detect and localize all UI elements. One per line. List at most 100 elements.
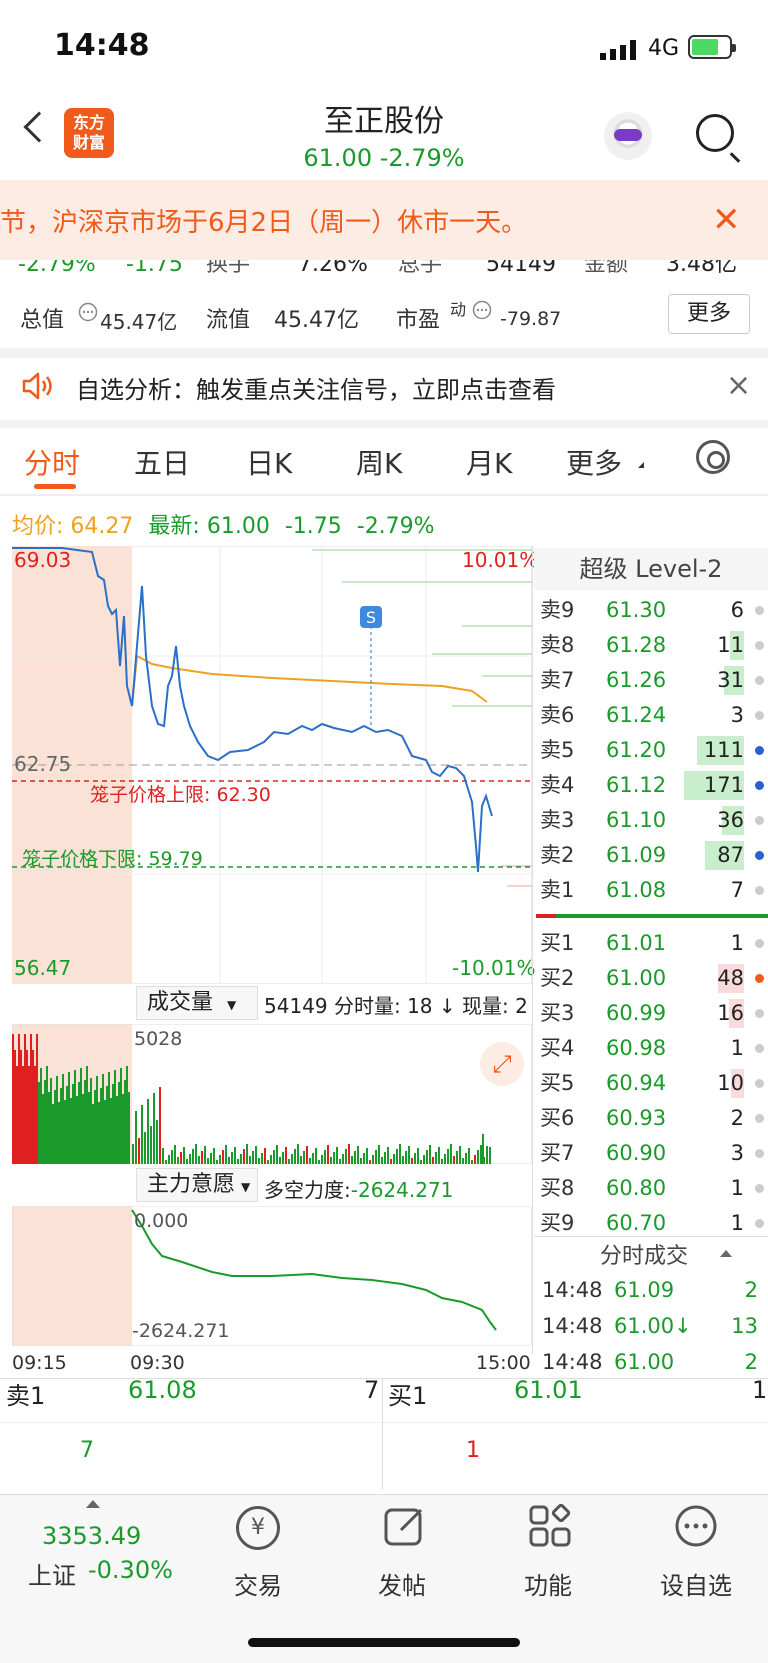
nav-add-watchlist[interactable]: 设自选 — [646, 1566, 746, 1601]
more-stats-button[interactable]: 更多 — [668, 294, 750, 334]
function-icon[interactable] — [528, 1504, 572, 1548]
ask-row[interactable]: 卖1 61.08 7 — [540, 873, 768, 908]
volume-bar — [441, 1159, 443, 1164]
volume-bar — [486, 1146, 488, 1164]
index-pct[interactable]: -0.30% — [88, 1556, 173, 1584]
tab-intraday[interactable]: 分时 — [24, 442, 80, 482]
tab-daily-k[interactable]: 日K — [246, 442, 292, 482]
tab-weekly-k[interactable]: 周K — [356, 442, 402, 482]
volume-bar — [38, 1082, 40, 1164]
bq-sell-qty: 7 — [364, 1376, 380, 1404]
bid-row[interactable]: 买8 60.80 1 — [540, 1171, 768, 1206]
intraday-chart[interactable]: S — [12, 546, 532, 984]
ask-row[interactable]: 卖6 61.24 3 — [540, 698, 768, 733]
tab-more-caret-icon — [638, 462, 644, 468]
banner-text: 节，沪深京市场于6月2日（周一）休市一天。 — [0, 208, 528, 238]
ask-row[interactable]: 卖3 61.10 36 — [540, 803, 768, 838]
bid-row[interactable]: 买4 60.98 1 — [540, 1031, 768, 1066]
volume-bar — [249, 1156, 251, 1164]
volume-bar — [219, 1155, 221, 1164]
ask-row[interactable]: 卖4 61.12 171 — [540, 768, 768, 803]
order-dot-icon — [755, 1184, 764, 1193]
latest-label: 最新: — [148, 514, 200, 539]
volume-bar — [309, 1158, 311, 1164]
bid-row[interactable]: 买5 60.94 10 — [540, 1066, 768, 1101]
index-name[interactable]: 上证 — [28, 1556, 76, 1591]
volume-bar — [417, 1148, 419, 1164]
app-logo[interactable]: 东方 财富 — [64, 108, 114, 158]
book-price: 61.08 — [606, 878, 667, 902]
nav-function[interactable]: 功能 — [498, 1566, 598, 1601]
nav-trade[interactable]: 交易 — [208, 1566, 308, 1601]
chart-up-pct: 10.01% — [462, 548, 539, 572]
book-qty: 3 — [730, 703, 744, 727]
ask-row[interactable]: 卖9 61.30 6 — [540, 593, 768, 628]
index-value[interactable]: 3353.49 — [42, 1522, 141, 1550]
info-icon[interactable] — [472, 300, 492, 320]
bid-row[interactable]: 买6 60.93 2 — [540, 1101, 768, 1136]
nav-post[interactable]: 发帖 — [352, 1566, 452, 1601]
volume-bar — [40, 1068, 42, 1164]
back-icon[interactable] — [23, 111, 55, 143]
order-dot-icon — [755, 1044, 764, 1053]
book-price: 60.93 — [606, 1106, 667, 1130]
ask-row[interactable]: 卖8 61.28 11 — [540, 628, 768, 663]
volume-chart[interactable] — [12, 1024, 532, 1164]
bid-row[interactable]: 买1 61.01 1 — [540, 926, 768, 961]
post-icon[interactable] — [383, 1504, 427, 1548]
trades-title[interactable]: 分时成交 — [600, 1238, 688, 1270]
level2-title[interactable]: 超级 Level-2 — [534, 548, 768, 590]
volume-bar — [384, 1152, 386, 1164]
search-icon[interactable] — [696, 114, 734, 152]
book-level-label: 买6 — [540, 1106, 575, 1130]
time-axis-close: 15:00 — [476, 1352, 531, 1374]
volume-bar — [102, 1074, 104, 1164]
volume-bar — [462, 1158, 464, 1164]
volume-bar — [76, 1096, 78, 1164]
tab-monthly-k[interactable]: 月K — [466, 442, 512, 482]
volume-bar — [118, 1082, 120, 1164]
volume-bar — [396, 1149, 398, 1164]
order-dot-icon — [755, 676, 764, 685]
divider — [0, 420, 768, 428]
bid-row[interactable]: 买3 60.99 16 — [540, 996, 768, 1031]
volume-bar — [110, 1098, 112, 1164]
bq-buy-qty: 1 — [752, 1376, 768, 1404]
volume-bar — [210, 1153, 212, 1164]
info-icon[interactable] — [78, 302, 98, 322]
tab-five-day[interactable]: 五日 — [134, 442, 190, 482]
volume-bar — [144, 1132, 146, 1164]
ask-row[interactable]: 卖7 61.26 31 — [540, 663, 768, 698]
trade-row: 14:48 61.00 2 — [542, 1344, 762, 1380]
trade-icon[interactable]: ¥ — [236, 1506, 280, 1550]
force-chart[interactable] — [12, 1206, 532, 1346]
logo-text-1: 东方 — [72, 113, 105, 132]
volume-bar — [279, 1157, 281, 1164]
home-indicator[interactable] — [248, 1638, 520, 1647]
pe-label: 市盈 — [396, 308, 441, 333]
volume-bar — [44, 1080, 46, 1164]
bid-row[interactable]: 买7 60.90 3 — [540, 1136, 768, 1171]
add-watchlist-icon[interactable] — [674, 1504, 718, 1548]
tab-more[interactable]: 更多 — [566, 442, 622, 482]
volume-bar — [78, 1082, 80, 1164]
bid-row[interactable]: 买2 61.00 48 — [540, 961, 768, 996]
force-dropdown[interactable]: 主力意愿 ▼ — [136, 1168, 258, 1202]
robot-assistant-icon[interactable] — [604, 112, 652, 160]
volume-dropdown[interactable]: 成交量 ▼ — [136, 986, 258, 1020]
force-dropdown-label: 主力意愿 — [147, 1172, 236, 1197]
volume-bar — [366, 1148, 368, 1164]
ask-row[interactable]: 卖2 61.09 87 — [540, 838, 768, 873]
gear-icon[interactable] — [696, 440, 730, 474]
expand-icon[interactable]: ⤢ — [480, 1042, 524, 1086]
status-time: 14:48 — [54, 28, 150, 63]
ask-row[interactable]: 卖5 61.20 111 — [540, 733, 768, 768]
bq-sell-sub: 7 — [80, 1438, 94, 1463]
banner-close-icon[interactable]: ✕ — [712, 200, 741, 240]
notice-close-icon[interactable]: × — [726, 368, 751, 403]
status-bar: 14:48 4G — [0, 0, 768, 90]
notice-text[interactable]: 自选分析：触发重点关注信号，立即点击查看 — [76, 370, 556, 405]
volume-bar — [28, 1066, 30, 1164]
volume-info: 54149 分时量: 18 ↓ 现量: 2 — [264, 994, 528, 1018]
volume-bar — [24, 1034, 26, 1164]
